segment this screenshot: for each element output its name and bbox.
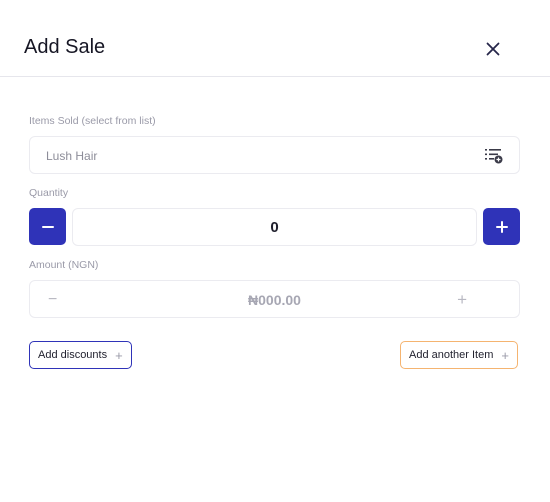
close-icon <box>486 42 500 56</box>
quantity-label: Quantity <box>29 187 69 199</box>
quantity-increment-button[interactable] <box>483 208 520 245</box>
items-sold-value: Lush Hair <box>46 149 98 163</box>
quantity-value: 0 <box>270 219 279 236</box>
quantity-input[interactable]: 0 <box>72 208 477 246</box>
add-another-item-label: Add another Item <box>409 349 494 361</box>
amount-label: Amount (NGN) <box>29 259 99 271</box>
plus-icon: + <box>115 347 123 363</box>
add-another-item-button[interactable]: Add another Item + <box>400 341 518 369</box>
close-button[interactable] <box>480 36 506 62</box>
list-add-icon[interactable] <box>485 148 503 164</box>
amount-input[interactable]: − ₦000.00 + <box>29 280 520 318</box>
amount-value: ₦000.00 <box>248 292 301 308</box>
dialog-title: Add Sale <box>24 36 106 58</box>
items-sold-label: Items Sold (select from list) <box>29 115 156 127</box>
amount-increment-button[interactable]: + <box>457 290 467 310</box>
plus-icon <box>495 220 508 233</box>
minus-icon <box>41 225 54 228</box>
items-sold-select[interactable]: Lush Hair <box>29 136 520 174</box>
dialog-header: Add Sale <box>0 0 550 77</box>
add-discounts-button[interactable]: Add discounts + <box>29 341 132 369</box>
add-discounts-label: Add discounts <box>38 349 108 361</box>
quantity-decrement-button[interactable] <box>29 208 66 245</box>
plus-icon: + <box>501 347 509 363</box>
